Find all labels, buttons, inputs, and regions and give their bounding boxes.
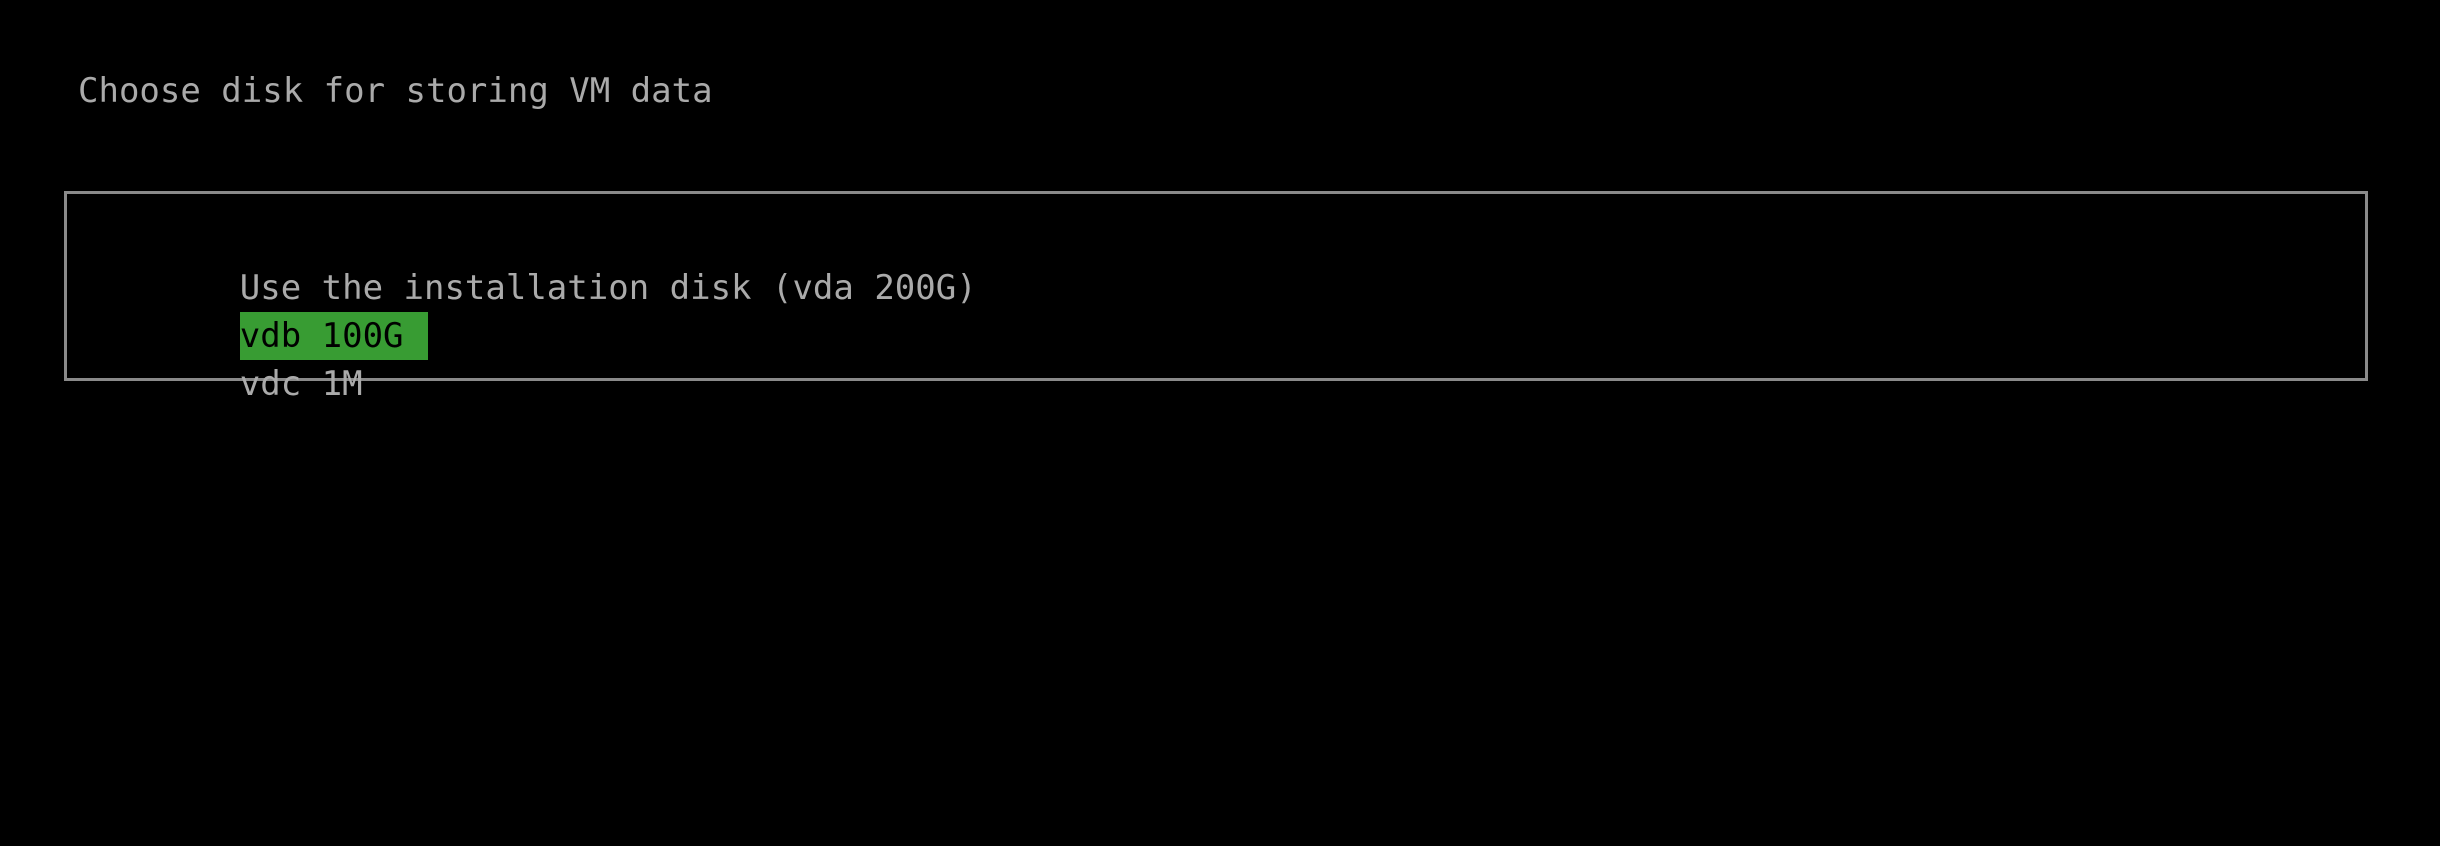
console-screen: Choose disk for storing VM data Use the … xyxy=(0,0,2440,846)
list-item-label: Use the installation disk (vda 200G) xyxy=(239,268,977,308)
list-item-label: vdb 100G xyxy=(239,312,428,360)
disk-selection-listbox[interactable]: Use the installation disk (vda 200G) vdb… xyxy=(64,191,2368,404)
list-item[interactable]: Use the installation disk (vda 200G) xyxy=(76,216,2365,308)
list-item-label: vdc 1M xyxy=(239,364,363,404)
disk-list: Use the installation disk (vda 200G) vdb… xyxy=(76,216,2365,404)
page-title: Choose disk for storing VM data xyxy=(78,71,713,111)
